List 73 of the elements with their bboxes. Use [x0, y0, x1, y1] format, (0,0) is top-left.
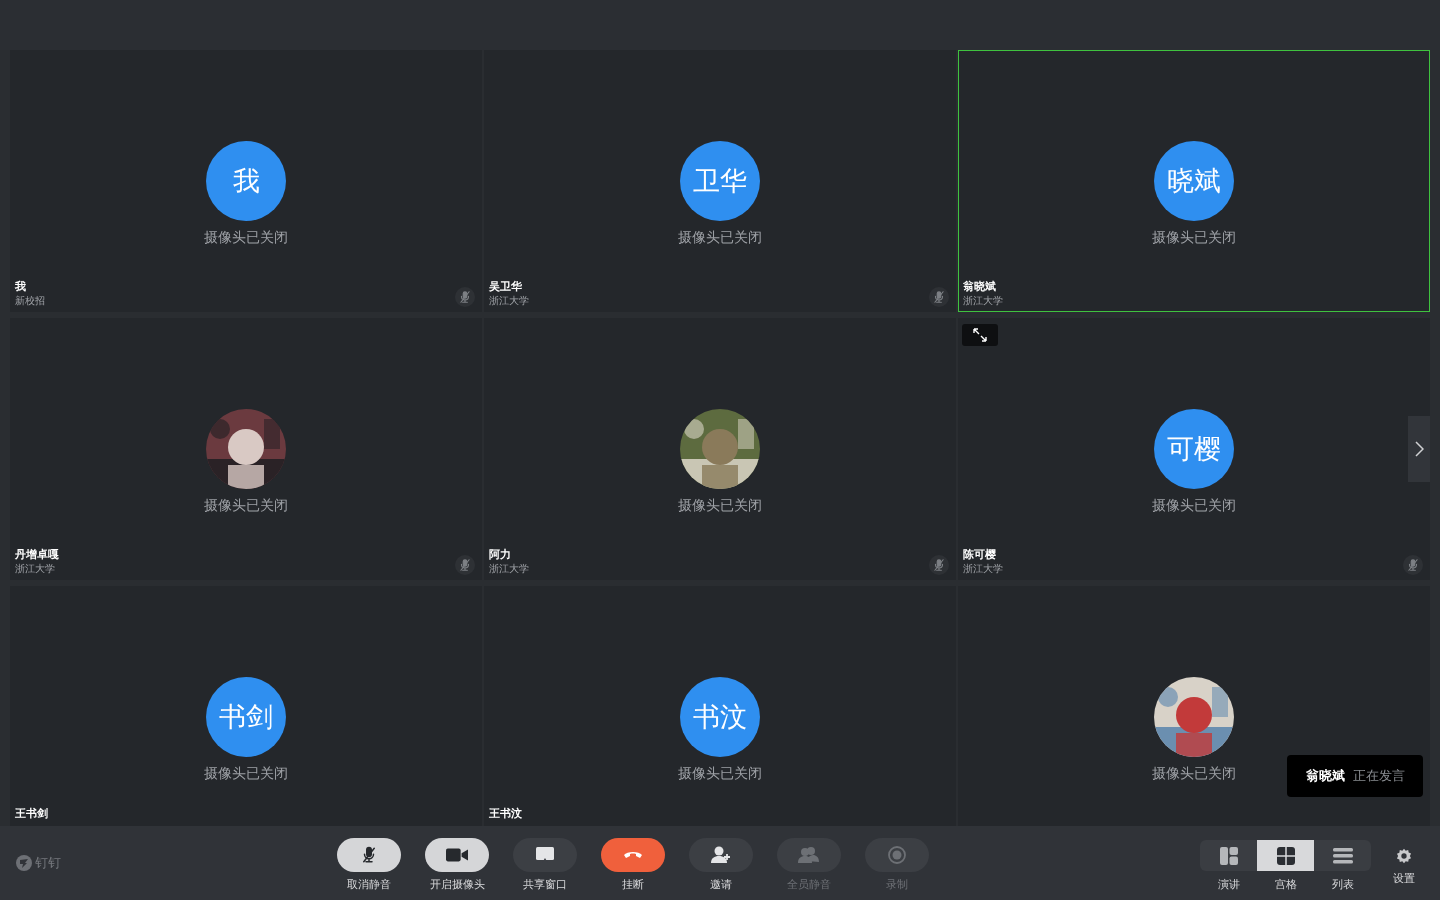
add-person-icon	[711, 846, 731, 864]
view-mode-tab[interactable]	[1314, 840, 1371, 871]
participant-name: 吴卫华	[489, 280, 523, 294]
speaker-name: 翁晓斌	[1305, 767, 1345, 785]
participant-org: 浙江大学	[963, 562, 1003, 575]
logo-icon	[16, 855, 32, 871]
view-mode-label: 宫格	[1274, 877, 1297, 892]
participant-org: 浙江大学	[15, 562, 56, 575]
avatar: 我	[206, 141, 286, 221]
next-page-button[interactable]	[1408, 416, 1430, 482]
video-tile[interactable]: 书汶 摄像头已关闭 王书汶	[484, 586, 956, 826]
participant-org: 浙江大学	[489, 562, 529, 575]
avatar: 晓斌	[1154, 141, 1234, 221]
camera-off-label: 摄像头已关闭	[204, 765, 288, 783]
participant-name: 王书汶	[489, 807, 522, 821]
record-icon	[888, 846, 906, 864]
share-button[interactable]	[513, 838, 577, 872]
list-icon	[1332, 847, 1353, 864]
mic-off-icon	[360, 845, 378, 865]
control-label: 取消静音	[347, 877, 391, 892]
fullscreen-button[interactable]	[962, 324, 998, 346]
camera-icon	[446, 847, 468, 863]
camera-off-label: 摄像头已关闭	[678, 497, 762, 515]
video-tile[interactable]: 可樱 摄像头已关闭 陈可樱 浙江大学	[958, 318, 1430, 580]
brand-name: 钉钉	[35, 854, 61, 872]
video-tile[interactable]: 我 摄像头已关闭 我 新校招	[10, 50, 482, 312]
camera-button[interactable]	[425, 838, 489, 872]
mic-button[interactable]	[337, 838, 401, 872]
control-label: 挂断	[622, 877, 644, 892]
participant-org: 新校招	[15, 294, 45, 307]
participant-name: 我	[15, 280, 27, 294]
avatar: 可樱	[1154, 409, 1234, 489]
hangup-button[interactable]	[601, 838, 665, 872]
participant-org: 浙江大学	[963, 294, 1003, 307]
expand-icon	[973, 328, 987, 342]
video-tile[interactable]: 摄像头已关闭 丹增卓嘎 浙江大学	[10, 318, 482, 580]
camera-off-label: 摄像头已关闭	[678, 765, 762, 783]
camera-off-label: 摄像头已关闭	[1152, 765, 1236, 783]
control-label: 共享窗口	[523, 877, 567, 892]
invite-button[interactable]	[689, 838, 753, 872]
avatar: 卫华	[680, 141, 760, 221]
video-tile[interactable]: 卫华 摄像头已关闭 吴卫华 浙江大学	[484, 50, 956, 312]
participant-org: 浙江大学	[489, 294, 529, 307]
control-label: 开启摄像头	[429, 877, 485, 892]
camera-off-label: 摄像头已关闭	[1152, 497, 1236, 515]
participant-name: 王书剑	[15, 807, 48, 821]
settings-button[interactable]: 设置	[1390, 848, 1418, 886]
video-tile[interactable]: 书剑 摄像头已关闭 王书剑	[10, 586, 482, 826]
control-label: 邀请	[710, 877, 732, 892]
people-icon	[798, 846, 820, 864]
grid-icon	[1276, 846, 1295, 865]
screen-icon	[536, 847, 554, 863]
view-mode-tab[interactable]	[1200, 840, 1257, 871]
avatar: 书剑	[206, 677, 286, 757]
camera-off-label: 摄像头已关闭	[1152, 229, 1236, 247]
participant-name: 陈可樱	[963, 548, 997, 562]
participant-name: 翁晓斌	[963, 280, 997, 294]
chevron-right-icon	[1414, 441, 1424, 457]
participant-name: 丹增卓嘎	[15, 548, 59, 562]
speaking-status: 正在发言	[1352, 767, 1405, 785]
camera-off-label: 摄像头已关闭	[204, 497, 288, 515]
view-mode-tab[interactable]	[1257, 840, 1314, 871]
camera-off-label: 摄像头已关闭	[204, 229, 288, 247]
avatar: 书汶	[680, 677, 760, 757]
camera-off-label: 摄像头已关闭	[678, 229, 762, 247]
video-tile[interactable]: 晓斌 摄像头已关闭 翁晓斌 浙江大学	[958, 50, 1430, 312]
view-mode-label: 演讲	[1217, 877, 1240, 892]
layout-icon	[1219, 846, 1238, 865]
settings-icon	[1396, 848, 1412, 864]
participant-name: 阿力	[489, 548, 512, 562]
view-mode-label: 列表	[1331, 877, 1354, 892]
video-tile[interactable]: 摄像头已关闭 阿力 浙江大学	[484, 318, 956, 580]
phone-icon	[624, 851, 642, 859]
